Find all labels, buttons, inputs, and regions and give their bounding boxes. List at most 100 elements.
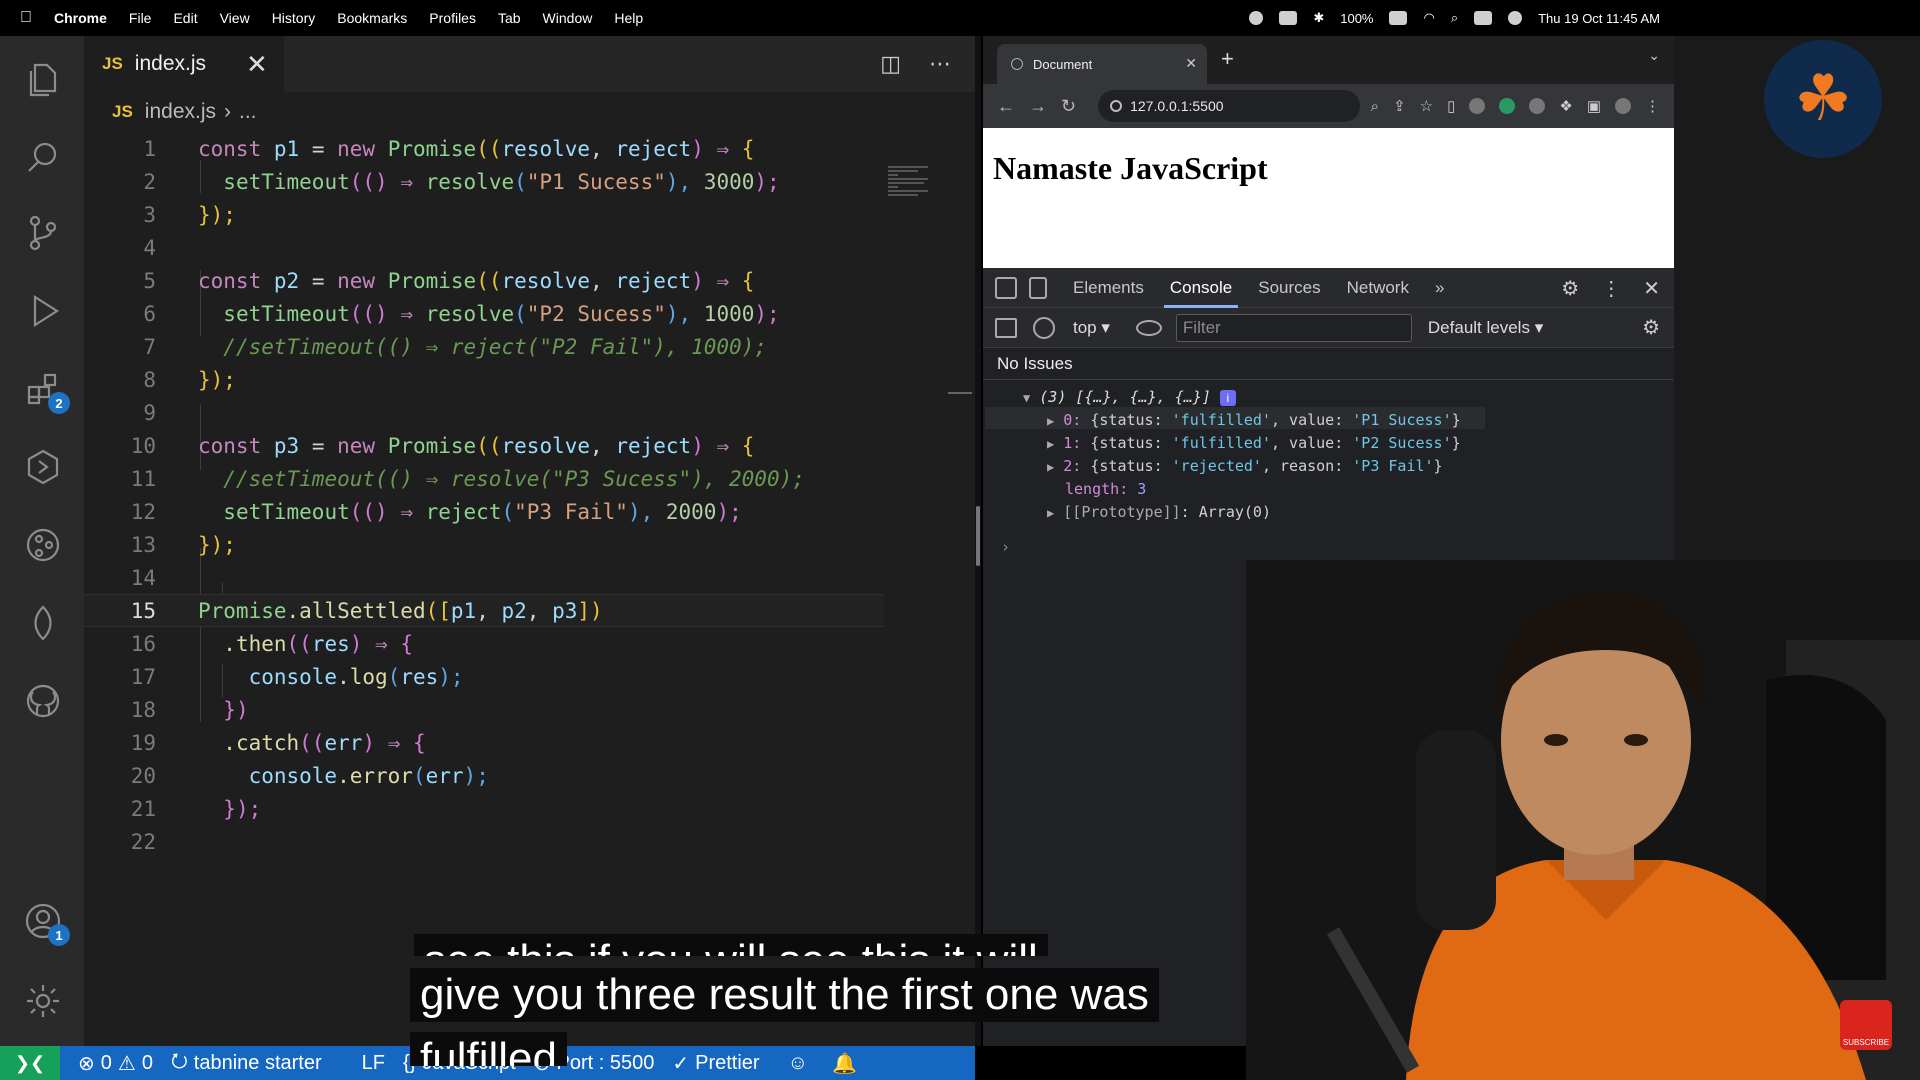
close-tab-icon[interactable]: ✕ <box>246 49 268 80</box>
tab-elements[interactable]: Elements <box>1073 268 1144 308</box>
collapsed-triangle-icon[interactable]: ▶ <box>1047 437 1054 451</box>
collapsed-triangle-icon[interactable]: ▶ <box>1047 460 1054 474</box>
console-prototype[interactable]: ▶ [[Prototype]]: Array(0) <box>1047 503 1271 521</box>
more-actions-icon[interactable]: ⋯ <box>929 52 951 77</box>
extension-icon[interactable] <box>1529 98 1546 114</box>
close-tab-icon[interactable]: ✕ <box>1185 55 1197 72</box>
more-tabs-icon[interactable]: » <box>1435 268 1444 308</box>
tab-sources[interactable]: Sources <box>1258 268 1320 308</box>
live-expression-eye-icon[interactable] <box>1135 319 1162 336</box>
remote-explorer-icon[interactable] <box>22 446 64 488</box>
console-array-item[interactable]: ▶ 2: {status: 'rejected', reason: 'P3 Fa… <box>1047 457 1443 475</box>
explorer-icon[interactable] <box>22 58 64 100</box>
spotlight-icon[interactable]: ⌕ <box>1451 10 1458 26</box>
siri-icon[interactable] <box>1508 11 1523 25</box>
settings-gear-icon[interactable] <box>22 980 64 1022</box>
console-settings-gear-icon[interactable]: ⚙ <box>1642 315 1660 340</box>
clear-console-icon[interactable] <box>1033 316 1055 339</box>
git-graph-icon[interactable] <box>22 524 64 566</box>
split-editor-icon[interactable]: ◫ <box>880 52 901 77</box>
code-editor[interactable]: 1 const p1 = new Promise((resolve, reject… <box>84 132 884 982</box>
menu-bookmarks[interactable]: Bookmarks <box>337 10 407 26</box>
grammarly-icon[interactable] <box>1499 98 1516 114</box>
prettier-status[interactable]: ✓ Prettier <box>672 1051 759 1076</box>
leaf-icon[interactable] <box>22 602 64 644</box>
scrollbar-thumb[interactable] <box>976 506 980 566</box>
menu-history[interactable]: History <box>272 10 316 26</box>
log-levels-dropdown[interactable]: Default levels ▾ <box>1428 318 1543 338</box>
remote-indicator-icon[interactable]: ❯❮ <box>0 1046 60 1080</box>
tab-network[interactable]: Network <box>1347 268 1409 308</box>
devtools-close-icon[interactable]: ✕ <box>1643 276 1660 301</box>
address-bar[interactable]: 127.0.0.1:5500 <box>1098 90 1361 122</box>
eol-status[interactable]: LF <box>362 1052 385 1075</box>
zoom-icon[interactable]: ⌕ <box>1371 98 1379 115</box>
puzzle-extensions-icon[interactable]: ❖ <box>1559 97 1572 115</box>
tab-index-js[interactable]: JS index.js ✕ <box>84 36 284 92</box>
subscribe-button[interactable]: SUBSCRIBE <box>1840 1000 1892 1050</box>
chevron-down-icon[interactable]: ⌄ <box>1648 48 1660 64</box>
extensions-icon[interactable]: 2 <box>22 368 70 414</box>
bluetooth-icon[interactable]: ✱ <box>1313 10 1324 26</box>
collapsed-triangle-icon[interactable]: ▶ <box>1047 506 1054 520</box>
battery-icon[interactable] <box>1389 11 1408 25</box>
wifi-icon[interactable]: ◠ <box>1423 10 1434 26</box>
tabnine-status[interactable]: ⭮ tabnine starter <box>171 1046 322 1080</box>
console-log-summary[interactable]: ▼ (3) [{…}, {…}, {…}] i <box>1023 388 1236 406</box>
problems-indicator[interactable]: ⊗ 0 ⚠ 0 <box>78 1051 153 1076</box>
feedback-icon[interactable]: ☺ <box>788 1052 808 1075</box>
kebab-menu-icon[interactable]: ⋮ <box>1645 97 1660 115</box>
devtools-settings-gear-icon[interactable]: ⚙ <box>1561 276 1579 301</box>
source-control-icon[interactable] <box>22 212 64 254</box>
site-info-icon[interactable] <box>1110 100 1123 112</box>
reload-icon[interactable]: ↻ <box>1061 96 1076 117</box>
console-array-item[interactable]: ▶ 1: {status: 'fulfilled', value: 'P2 Su… <box>1047 434 1461 452</box>
menu-chrome[interactable]: Chrome <box>54 10 107 26</box>
creative-cloud-icon[interactable] <box>1249 11 1264 25</box>
menu-view[interactable]: View <box>220 10 250 26</box>
collapsed-triangle-icon[interactable]: ▶ <box>1047 414 1054 428</box>
console-array-item[interactable]: ▶ 0: {status: 'fulfilled', value: 'P1 Su… <box>1047 411 1461 429</box>
context-selector[interactable]: top ▾ <box>1073 318 1110 338</box>
chrome-tab-document[interactable]: Document ✕ <box>997 44 1207 84</box>
share-icon[interactable]: ⇪ <box>1393 97 1406 115</box>
menu-tab[interactable]: Tab <box>498 10 521 26</box>
tab-console[interactable]: Console <box>1163 268 1239 308</box>
notifications-bell-icon[interactable]: 🔔 <box>832 1051 857 1076</box>
chrome-tab-strip: Document ✕ + ⌄ <box>983 36 1674 84</box>
info-icon[interactable]: i <box>1219 390 1236 406</box>
control-center-icon[interactable] <box>1474 11 1493 25</box>
editor-scrollbar[interactable] <box>975 36 981 1046</box>
breadcrumb-file[interactable]: index.js <box>145 100 216 124</box>
display-icon[interactable] <box>1279 11 1298 25</box>
issues-bar[interactable]: No Issues <box>983 348 1674 380</box>
sidebar-toggle-icon[interactable] <box>995 317 1017 338</box>
console-filter-input[interactable]: Filter <box>1175 313 1412 342</box>
expanded-triangle-icon[interactable]: ▼ <box>1023 391 1030 405</box>
console-prompt-chevron-icon[interactable]: › <box>1001 538 1010 556</box>
apple-icon[interactable]:  <box>20 9 40 27</box>
accounts-icon[interactable]: 1 <box>22 900 70 946</box>
forward-arrow-icon[interactable]: → <box>1029 96 1047 117</box>
back-arrow-icon[interactable]: ← <box>997 96 1015 117</box>
menu-help[interactable]: Help <box>614 10 643 26</box>
inspect-element-icon[interactable] <box>995 276 1017 299</box>
menu-file[interactable]: File <box>129 10 152 26</box>
extension-icon[interactable] <box>1469 98 1486 114</box>
breadcrumb-symbol[interactable]: ... <box>239 100 257 124</box>
menu-window[interactable]: Window <box>543 10 593 26</box>
side-panel-icon[interactable]: ▣ <box>1587 97 1601 115</box>
run-debug-icon[interactable] <box>22 290 64 332</box>
minimap[interactable] <box>888 166 938 206</box>
search-icon[interactable] <box>22 136 64 178</box>
menubar-datetime[interactable]: Thu 19 Oct 11:45 AM <box>1538 11 1660 26</box>
profile-avatar-icon[interactable] <box>1615 98 1631 114</box>
menu-edit[interactable]: Edit <box>173 10 197 26</box>
github-icon[interactable] <box>22 680 64 722</box>
devtools-kebab-icon[interactable]: ⋮ <box>1601 276 1621 301</box>
bookmark-star-icon[interactable]: ☆ <box>1420 97 1433 115</box>
reader-icon[interactable]: ▯ <box>1447 97 1455 115</box>
new-tab-button[interactable]: + <box>1221 46 1234 72</box>
menu-profiles[interactable]: Profiles <box>429 10 476 26</box>
device-toolbar-icon[interactable] <box>1029 276 1047 299</box>
